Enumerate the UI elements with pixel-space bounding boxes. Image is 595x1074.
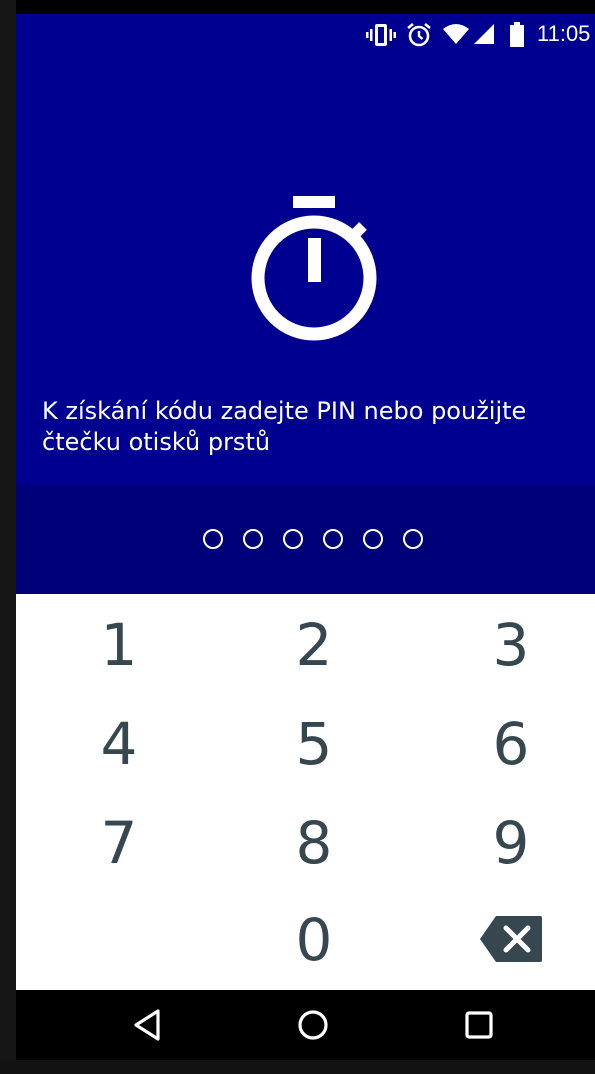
key-5[interactable]: 5 [254, 704, 374, 784]
key-8[interactable]: 8 [254, 803, 374, 883]
phone-screen: 11:05 K získání kódu zadejte PIN nebo po… [16, 14, 595, 1060]
key-0[interactable]: 0 [254, 900, 374, 980]
cellular-signal-icon [474, 24, 494, 44]
pin-dot [403, 529, 423, 549]
device-bezel-left [0, 0, 16, 1074]
key-1[interactable]: 1 [59, 605, 179, 685]
pin-dot [243, 529, 263, 549]
key-9[interactable]: 9 [451, 803, 571, 883]
pin-dots [203, 529, 423, 551]
stopwatch-icon [251, 196, 377, 341]
pin-prompt-text: K získání kódu zadejte PIN nebo použijte… [42, 397, 527, 456]
alarm-icon [407, 22, 431, 47]
key-3[interactable]: 3 [451, 605, 571, 685]
pin-dot [363, 529, 383, 549]
pin-header: 11:05 K získání kódu zadejte PIN nebo po… [16, 14, 595, 486]
status-bar: 11:05 [16, 14, 595, 54]
key-7[interactable]: 7 [59, 803, 179, 883]
key-2[interactable]: 2 [254, 605, 374, 685]
wifi-icon [443, 24, 469, 44]
vibrate-icon [366, 24, 396, 46]
key-6[interactable]: 6 [451, 704, 571, 784]
device-bezel-top [0, 0, 595, 14]
status-time: 11:05 [537, 21, 591, 46]
home-icon[interactable] [293, 1005, 333, 1045]
key-4[interactable]: 4 [59, 704, 179, 784]
battery-icon [510, 22, 524, 47]
backspace-icon[interactable] [480, 916, 542, 962]
back-icon[interactable] [128, 1005, 168, 1045]
pin-dot [203, 529, 223, 549]
device-bezel-bottom [0, 1060, 595, 1074]
pin-dot [283, 529, 303, 549]
navigation-bar [16, 990, 595, 1060]
recents-icon[interactable] [459, 1005, 499, 1045]
pin-dot [323, 529, 343, 549]
